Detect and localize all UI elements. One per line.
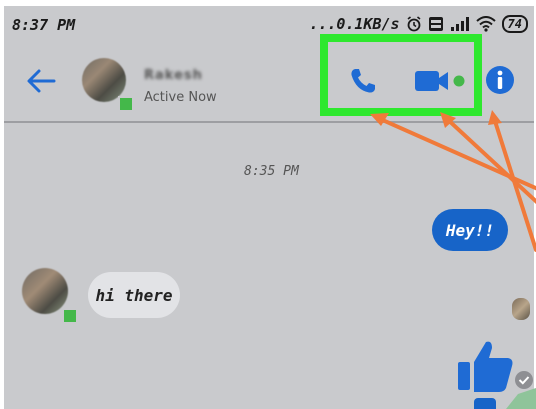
sender-online-indicator — [62, 308, 78, 324]
seen-receipt-avatar — [512, 298, 530, 320]
volte-icon — [428, 17, 443, 31]
alarm-icon — [407, 16, 421, 32]
thumbs-up-icon[interactable] — [456, 338, 516, 394]
messenger-chat-screen: 8:37 PM ...0.1KB/s 74 Rakesh Active Now … — [4, 6, 534, 409]
decorative-leaf-shape — [506, 388, 536, 409]
contact-name[interactable]: Rakesh — [144, 68, 203, 83]
battery-level: 74 — [501, 15, 528, 33]
online-indicator — [118, 96, 134, 112]
received-message-bubble[interactable]: hi there — [88, 272, 180, 318]
phone-call-icon[interactable] — [348, 66, 378, 96]
video-call-icon[interactable] — [414, 69, 468, 93]
timestamp-text: 8:35 PM — [244, 164, 299, 179]
battery-icon: 74 — [501, 15, 528, 33]
composer-edge — [474, 398, 496, 409]
status-icons: ...0.1KB/s 74 — [309, 14, 528, 34]
back-arrow-icon[interactable] — [26, 68, 56, 94]
wifi-icon — [475, 16, 496, 32]
signal-icon — [450, 17, 469, 31]
status-time: 8:37 PM — [12, 16, 76, 34]
active-status: Active Now — [144, 90, 217, 105]
delivered-check-icon — [515, 371, 533, 389]
network-speed: ...0.1KB/s — [309, 15, 400, 33]
sent-message-bubble[interactable]: Hey!! — [432, 209, 508, 251]
info-icon[interactable] — [484, 64, 516, 96]
